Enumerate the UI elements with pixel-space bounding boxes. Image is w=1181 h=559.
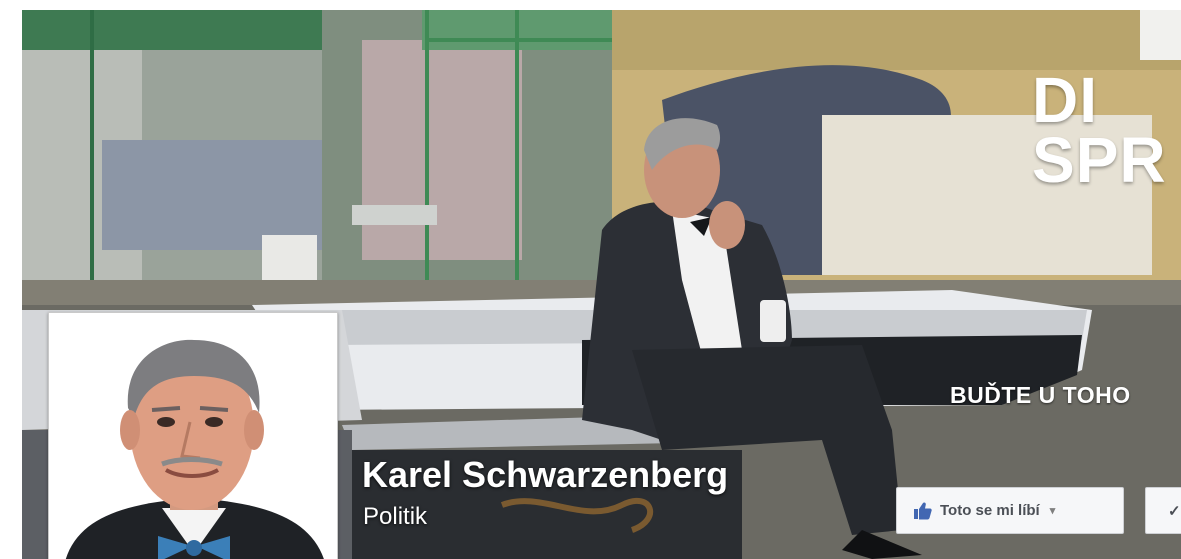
profile-picture[interactable] xyxy=(48,312,338,559)
follow-button[interactable]: ✓ xyxy=(1145,487,1181,534)
page-category[interactable]: Politik xyxy=(363,503,427,531)
like-button-label: Toto se mi líbí xyxy=(940,502,1040,519)
like-button[interactable]: Toto se mi líbí ▾ xyxy=(896,487,1124,534)
check-icon: ✓ xyxy=(1168,502,1181,520)
cover-headline: DI SPR xyxy=(1032,64,1167,196)
thumbs-up-icon xyxy=(914,502,932,519)
page-title[interactable]: Karel Schwarzenberg xyxy=(362,454,728,496)
chevron-down-icon: ▾ xyxy=(1049,505,1056,517)
cover-tagline: BUĎTE U TOHO xyxy=(950,382,1131,408)
facebook-page-header: DI SPR BUĎTE U TOHO Karel Schwarzenberg … xyxy=(0,0,1181,559)
profile-photo-image xyxy=(54,318,332,559)
